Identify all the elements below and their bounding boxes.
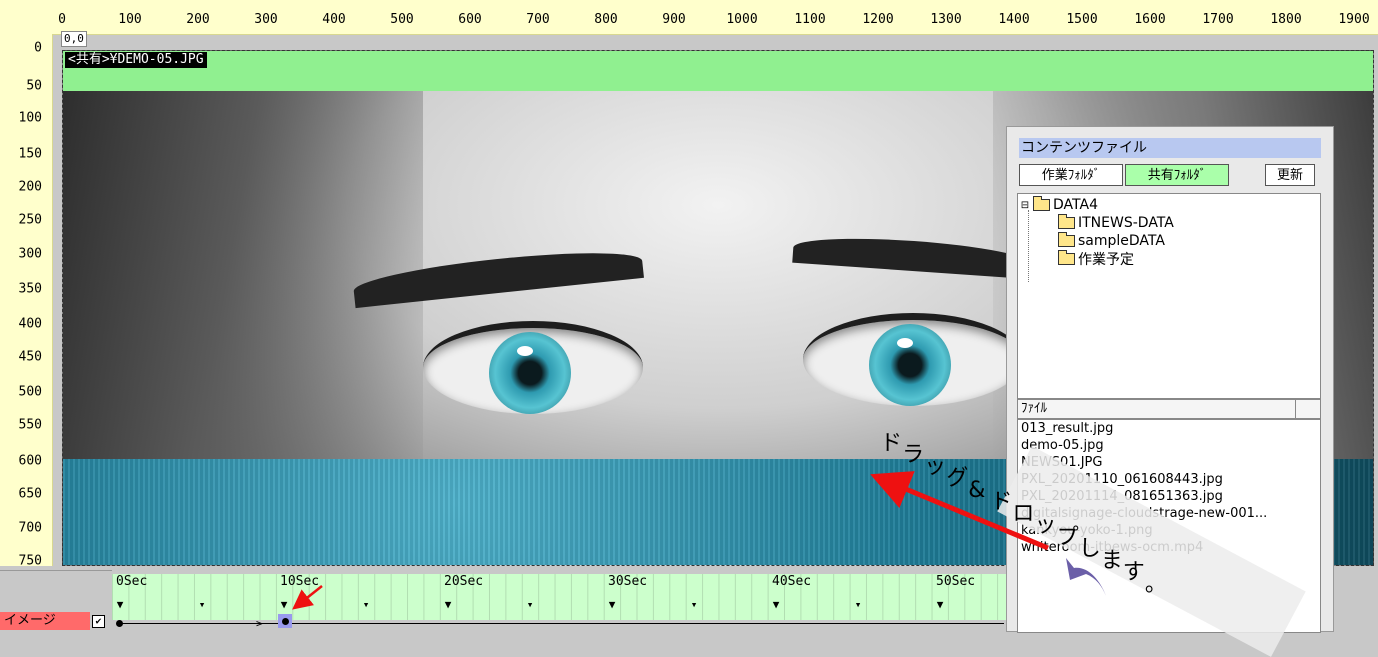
annotation-char: グ bbox=[946, 466, 968, 491]
annotation-char: ッ bbox=[924, 455, 946, 480]
keyframe-pointer-arrow-icon bbox=[292, 585, 323, 610]
annotation-char: 。 bbox=[1145, 572, 1167, 597]
annotation-char: ロ bbox=[1012, 501, 1034, 526]
annotation-char: ド bbox=[990, 490, 1012, 515]
annotation-char: す bbox=[1123, 560, 1145, 585]
annotation-char: ま bbox=[1101, 548, 1123, 573]
annotation-char: ラ bbox=[902, 443, 924, 468]
annotation-char: & bbox=[968, 478, 985, 503]
drag-drop-annotation: ドラッグ& ドロップします。 bbox=[880, 431, 1167, 597]
annotation-char: ッ bbox=[1035, 513, 1057, 538]
annotation-char: プ bbox=[1057, 525, 1079, 550]
annotation-char: し bbox=[1079, 537, 1101, 562]
annotation-overlay: ドラッグ& ドロップします。 bbox=[292, 431, 1167, 610]
annotation-char: ド bbox=[880, 431, 902, 456]
